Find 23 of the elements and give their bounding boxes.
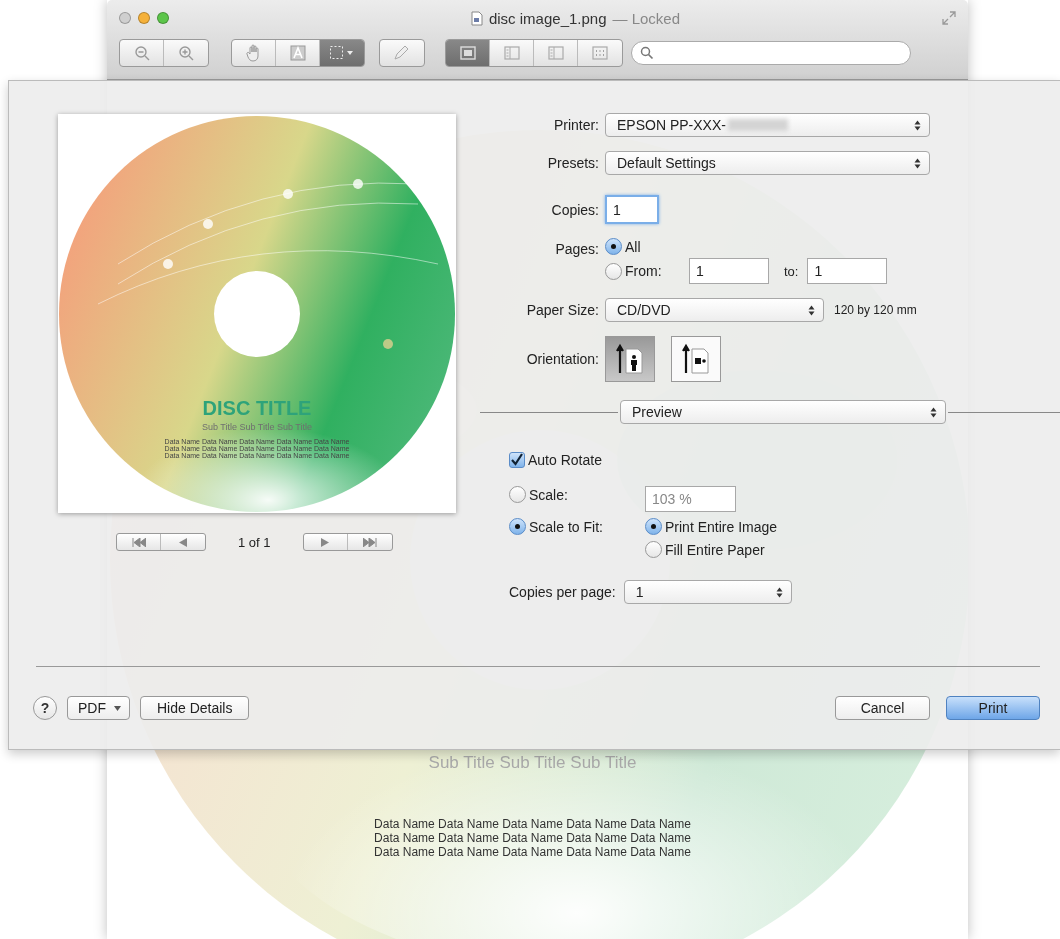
image-view-icon — [459, 46, 476, 60]
close-button[interactable] — [119, 12, 131, 24]
help-button[interactable]: ? — [33, 696, 57, 720]
print-button[interactable]: Print — [946, 696, 1040, 720]
search-field[interactable] — [631, 41, 911, 65]
file-icon — [470, 10, 483, 26]
grid-view-icon — [592, 46, 608, 60]
selection-icon — [329, 45, 355, 61]
selection-tool-button[interactable] — [320, 40, 364, 66]
text-tool-icon — [289, 45, 306, 61]
minimize-button[interactable] — [138, 12, 150, 24]
fullscreen-icon[interactable] — [942, 11, 956, 25]
window-title: disc image_1.png — [488, 9, 607, 27]
zoom-button[interactable] — [157, 12, 169, 24]
zoom-out-icon — [133, 45, 150, 61]
hand-icon — [245, 44, 262, 62]
sidebar-icon — [503, 46, 520, 60]
sidebar-icon — [547, 46, 564, 60]
view-button[interactable] — [446, 40, 490, 66]
locked-status: — Locked — [612, 9, 681, 27]
search-icon — [640, 46, 654, 60]
pencil-icon — [393, 45, 411, 61]
zoom-in-icon — [178, 45, 194, 61]
